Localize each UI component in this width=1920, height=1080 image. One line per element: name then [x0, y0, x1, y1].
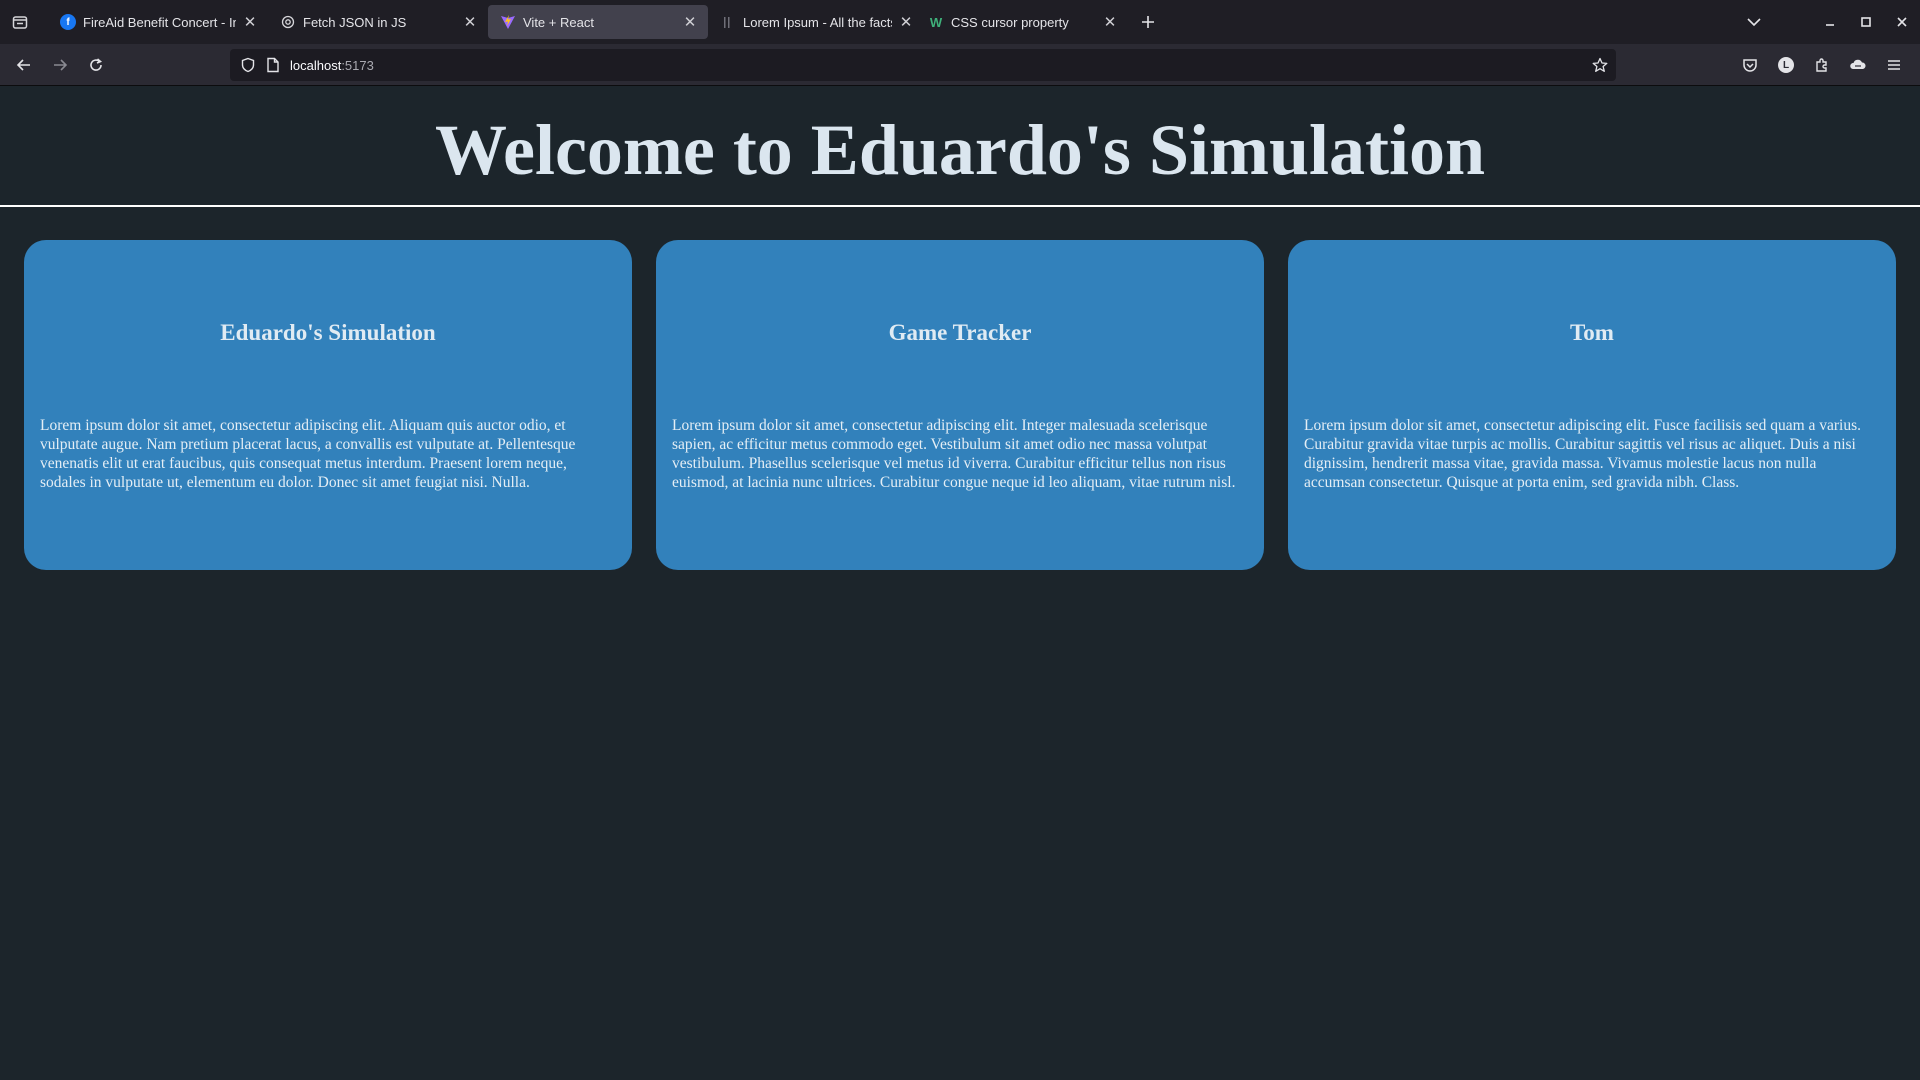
- card-game-tracker: Game Tracker Lorem ipsum dolor sit amet,…: [656, 240, 1264, 570]
- page-title: Welcome to Eduardo's Simulation: [434, 110, 1486, 190]
- openai-icon: [280, 14, 296, 30]
- card-body: Lorem ipsum dolor sit amet, consectetur …: [1304, 417, 1862, 491]
- w3schools-icon: W: [929, 14, 943, 30]
- header-divider: [0, 205, 1920, 207]
- close-icon: [1897, 17, 1907, 27]
- card-row: Eduardo's Simulation Lorem ipsum dolor s…: [24, 240, 1896, 570]
- close-tab-icon[interactable]: ✕: [242, 14, 258, 31]
- page-viewport: Welcome to Eduardo's Simulation Eduardo'…: [0, 87, 1920, 1080]
- reload-button[interactable]: [78, 47, 114, 83]
- minimize-icon: [1826, 24, 1834, 26]
- card-heading: Game Tracker: [888, 320, 1032, 345]
- extensions-button[interactable]: [1804, 47, 1840, 83]
- forward-button[interactable]: [42, 47, 78, 83]
- plus-icon: [1142, 16, 1154, 28]
- maximize-button[interactable]: [1848, 0, 1884, 44]
- tab-css-cursor[interactable]: W CSS cursor property ✕: [916, 5, 1128, 39]
- address-bar[interactable]: localhost:5173: [230, 49, 1616, 81]
- card-eduardos-simulation: Eduardo's Simulation Lorem ipsum dolor s…: [24, 240, 632, 570]
- new-tab-button[interactable]: [1132, 6, 1164, 38]
- close-tab-icon[interactable]: ✕: [682, 14, 698, 31]
- forward-arrow-icon: [54, 58, 68, 71]
- card-heading: Tom: [1570, 320, 1614, 345]
- firefox-view-icon: [12, 16, 28, 29]
- minimize-button[interactable]: [1812, 0, 1848, 44]
- tab-title: Vite + React: [523, 14, 594, 30]
- avatar: L: [1778, 57, 1794, 73]
- tab-title: FireAid Benefit Concert - Intuit D: [83, 14, 236, 30]
- cloud-extension-icon: [1850, 59, 1866, 69]
- pocket-button[interactable]: [1732, 47, 1768, 83]
- close-tab-icon[interactable]: ✕: [898, 14, 914, 31]
- chevron-down-icon: [1747, 18, 1761, 27]
- firefox-view-button[interactable]: [0, 0, 40, 44]
- card-tom: Tom Lorem ipsum dolor sit amet, consecte…: [1288, 240, 1896, 570]
- tab-title: Lorem Ipsum - All the facts - Lipsum: [743, 14, 892, 30]
- url-port: :5173: [341, 57, 374, 73]
- tab-strip: f FireAid Benefit Concert - Intuit D ✕ F…: [0, 0, 1920, 44]
- tracking-protection-icon[interactable]: [240, 57, 256, 73]
- restore-icon: [1861, 17, 1871, 27]
- account-button[interactable]: L: [1768, 47, 1804, 83]
- lipsum-icon: [720, 14, 736, 30]
- tab-title: CSS cursor property: [951, 14, 1069, 30]
- app-menu-button[interactable]: [1876, 47, 1912, 83]
- puzzle-icon: [1816, 58, 1827, 72]
- hamburger-menu-icon: [1888, 60, 1900, 70]
- reload-icon: [90, 57, 103, 71]
- facebook-icon: f: [60, 14, 76, 30]
- navigation-toolbar: localhost:5173 L: [0, 44, 1920, 86]
- card-body: Lorem ipsum dolor sit amet, consectetur …: [40, 417, 576, 491]
- url-host: localhost: [290, 57, 342, 73]
- tab-title: Fetch JSON in JS: [303, 14, 407, 30]
- tab-fetch-json[interactable]: Fetch JSON in JS ✕: [268, 5, 488, 39]
- tab-vite-react[interactable]: Vite + React ✕: [488, 5, 708, 39]
- back-button[interactable]: [6, 47, 42, 83]
- close-tab-icon[interactable]: ✕: [1102, 14, 1118, 31]
- list-all-tabs-button[interactable]: [1736, 0, 1772, 44]
- card-body: Lorem ipsum dolor sit amet, consectetur …: [672, 417, 1236, 491]
- tab-lorem-ipsum[interactable]: Lorem Ipsum - All the facts - Lipsum ✕: [708, 5, 924, 39]
- vite-icon: [500, 14, 516, 30]
- page-info-icon[interactable]: [266, 57, 280, 73]
- url-text[interactable]: localhost:5173: [290, 58, 374, 73]
- extension-button[interactable]: [1840, 47, 1876, 83]
- back-arrow-icon: [16, 58, 30, 71]
- close-tab-icon[interactable]: ✕: [462, 14, 478, 31]
- pocket-icon: [1743, 59, 1757, 72]
- card-heading: Eduardo's Simulation: [220, 320, 436, 345]
- bookmark-star-icon[interactable]: [1592, 57, 1608, 73]
- tab-fireaid[interactable]: f FireAid Benefit Concert - Intuit D ✕: [48, 5, 268, 39]
- close-window-button[interactable]: [1884, 0, 1920, 44]
